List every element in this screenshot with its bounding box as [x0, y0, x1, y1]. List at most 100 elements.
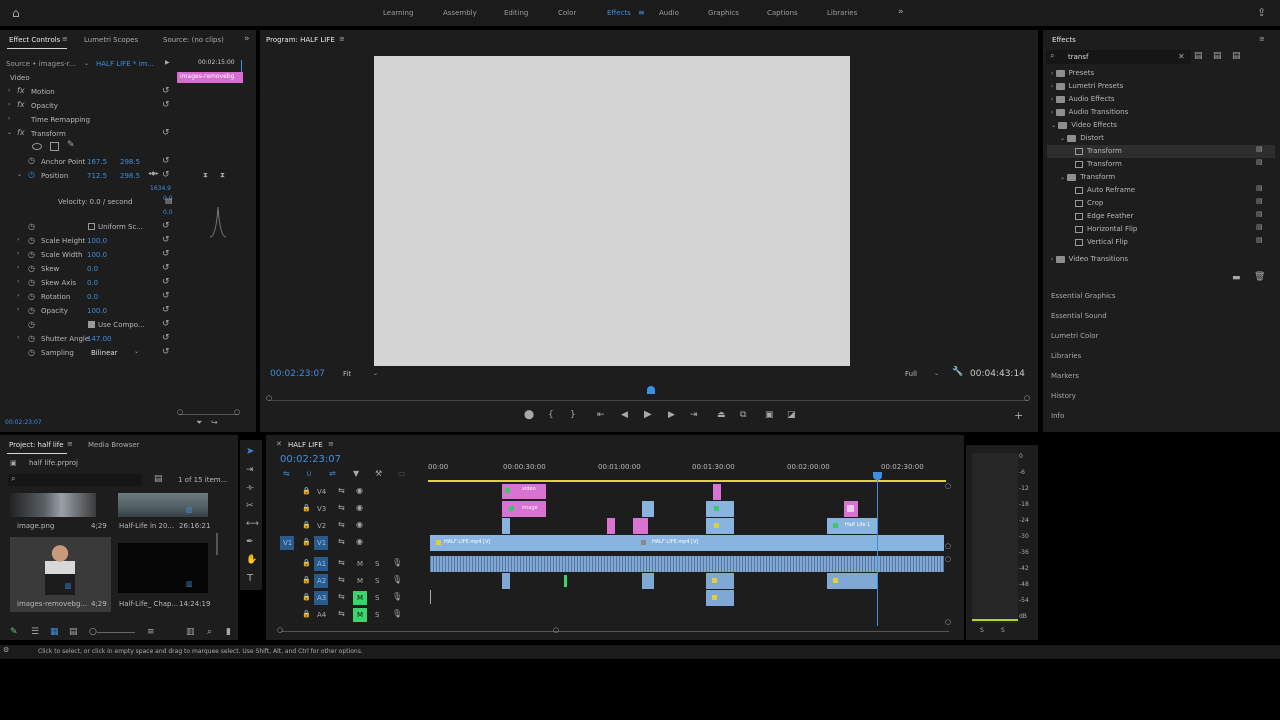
mic-icon[interactable]: 🎙 — [392, 610, 402, 618]
tree-audio-effects[interactable]: › Audio Effects — [1051, 93, 1268, 106]
clip-v3-pink-3[interactable] — [844, 501, 858, 517]
reset-icon[interactable]: ↺ — [162, 292, 170, 301]
solo-button[interactable]: S — [375, 577, 379, 585]
project-scrollbar[interactable] — [216, 533, 218, 555]
keyframe-nav-icon[interactable]: ◂◆▸ — [148, 171, 159, 177]
clip-v2-blue-1[interactable] — [502, 518, 510, 534]
hand-tool-icon[interactable]: ✋ — [246, 556, 257, 565]
type-tool-icon[interactable]: T — [247, 574, 253, 584]
fit-dropdown[interactable]: Fit — [343, 367, 351, 381]
stopwatch-icon[interactable]: ◷ — [28, 251, 35, 259]
clip-a2-1[interactable] — [502, 573, 510, 589]
meter-solo-left[interactable]: S — [980, 627, 984, 634]
opacity-value[interactable]: 100.0 — [87, 304, 107, 318]
zoom-handle[interactable]: ○ — [945, 619, 951, 626]
panel-info[interactable]: Info — [1051, 412, 1064, 420]
clip-label-box[interactable]: images-removebg — [177, 72, 243, 83]
reset-icon[interactable]: ↺ — [162, 236, 170, 245]
lock-icon[interactable]: 🔒 — [302, 505, 311, 512]
clip-a1[interactable] — [430, 556, 944, 572]
sync-lock-icon[interactable]: ⇆ — [338, 593, 345, 601]
tab-program[interactable]: Program: HALF LIFE — [266, 30, 335, 50]
expand-panel-icon[interactable]: » — [244, 35, 250, 44]
lift-icon[interactable]: ⏏ — [717, 411, 726, 420]
anchor-x[interactable]: 167.5 — [87, 155, 107, 169]
clip-v3-blue-2[interactable] — [706, 501, 734, 517]
mic-icon[interactable]: 🎙 — [392, 576, 402, 584]
add-marker-icon[interactable]: ⬤ — [524, 411, 534, 420]
clip-pink-small[interactable] — [607, 518, 615, 534]
reset-icon[interactable]: ↺ — [162, 320, 170, 329]
skew-value[interactable]: 0.0 — [87, 262, 98, 276]
clip-video-v4[interactable]: video — [502, 484, 546, 499]
automate-icon[interactable]: ▥ — [186, 628, 195, 637]
slip-tool-icon[interactable]: ⟷ — [246, 520, 259, 529]
uniform-scale-checkbox[interactable] — [88, 223, 95, 230]
panel-history[interactable]: History — [1051, 392, 1076, 400]
scrub-start-handle[interactable]: ○ — [266, 395, 272, 402]
ws-graphics[interactable]: Graphics — [708, 0, 739, 26]
expand-icon[interactable]: › — [17, 335, 19, 341]
reset-icon[interactable]: ↺ — [162, 129, 170, 138]
stopwatch-icon[interactable]: ◷ — [28, 157, 35, 165]
panel-markers[interactable]: Markers — [1051, 372, 1079, 380]
project-search[interactable]: ⌕ — [8, 474, 142, 486]
home-icon[interactable]: ⌂ — [12, 7, 20, 19]
thumb-2[interactable] — [118, 493, 208, 517]
pen-tool-icon[interactable]: ✒ — [246, 538, 254, 547]
wrench-icon[interactable]: ⚒ — [375, 470, 382, 478]
tree-transform-selected[interactable]: Transform — [1047, 145, 1275, 158]
chevron-down-icon[interactable]: ⌄ — [84, 61, 89, 67]
clip-v1-a[interactable]: HALF LIFE.mp4 [V] — [430, 535, 644, 551]
keyframe-icon[interactable]: ⧗ — [220, 172, 225, 179]
tree-edge-feather[interactable]: Edge Feather — [1075, 210, 1268, 223]
keyframe-icon[interactable]: ⧗ — [203, 172, 208, 179]
expand-icon[interactable]: › — [17, 251, 19, 257]
scale-height-value[interactable]: 100.0 — [87, 234, 107, 248]
icon-view-icon[interactable]: ▦ — [50, 628, 59, 637]
clip-a2-green[interactable] — [564, 575, 567, 587]
h-scroll-left-handle[interactable]: ○ — [277, 627, 283, 634]
tab-timeline[interactable]: HALF LIFE — [288, 435, 323, 455]
work-area-bar[interactable] — [428, 480, 946, 482]
sync-lock-icon[interactable]: ⇆ — [338, 559, 345, 567]
ws-assembly[interactable]: Assembly — [443, 0, 477, 26]
clip-a2-2[interactable] — [642, 573, 654, 589]
clip-a2-3[interactable] — [706, 573, 734, 589]
reset-icon[interactable]: ↺ — [162, 171, 170, 180]
tree-crop[interactable]: Crop — [1075, 197, 1268, 210]
sync-lock-icon[interactable]: ⇆ — [338, 521, 345, 529]
lock-icon[interactable]: 🔒 — [302, 488, 311, 495]
mic-icon[interactable]: 🎙 — [392, 559, 402, 567]
stopwatch-icon[interactable]: ◷ — [28, 237, 35, 245]
yuv-icon[interactable]: ▤ — [1232, 52, 1241, 61]
stopwatch-icon[interactable]: ◷ — [28, 335, 35, 343]
zoom-handle[interactable]: ○ — [945, 543, 951, 550]
tree-auto-reframe[interactable]: Auto Reframe — [1075, 184, 1268, 197]
lock-icon[interactable]: 🔒 — [302, 539, 311, 546]
captions-icon[interactable]: ▭ — [398, 470, 406, 478]
tree-lumetri-presets[interactable]: › Lumetri Presets — [1051, 80, 1268, 93]
find-icon[interactable]: ⌕ — [207, 628, 212, 637]
filter-icon[interactable]: ⏷ — [196, 419, 202, 427]
more-workspaces-icon[interactable]: » — [898, 8, 904, 17]
pen-mask-icon[interactable]: ✎ — [67, 141, 75, 150]
mark-in-icon[interactable]: { — [548, 411, 554, 420]
scroll-handle-left[interactable]: ○ — [177, 409, 183, 416]
scroll-handle-right[interactable]: ○ — [234, 409, 240, 416]
use-comp-checkbox[interactable] — [88, 321, 95, 328]
sequence-label[interactable]: HALF LIFE * im... — [96, 57, 154, 71]
panel-menu-icon[interactable]: ≡ — [339, 36, 345, 43]
effect-time-remapping[interactable]: Time Remapping — [31, 113, 90, 127]
rotation-value[interactable]: 0.0 — [87, 290, 98, 304]
stopwatch-icon[interactable]: ◷ — [28, 293, 35, 301]
stopwatch-icon[interactable]: ◷ — [28, 279, 35, 287]
position-y[interactable]: 298.5 — [120, 169, 140, 183]
zoom-handle[interactable]: ○ — [945, 556, 951, 563]
tab-lumetri-scopes[interactable]: Lumetri Scopes — [84, 30, 138, 50]
sync-lock-icon[interactable]: ⇆ — [338, 610, 345, 618]
ws-audio[interactable]: Audio — [659, 0, 679, 26]
panel-menu-icon[interactable]: ≡ — [62, 36, 68, 43]
selection-tool-icon[interactable]: ➤ — [246, 447, 254, 457]
stopwatch-active-icon[interactable]: ◷ — [28, 171, 35, 179]
